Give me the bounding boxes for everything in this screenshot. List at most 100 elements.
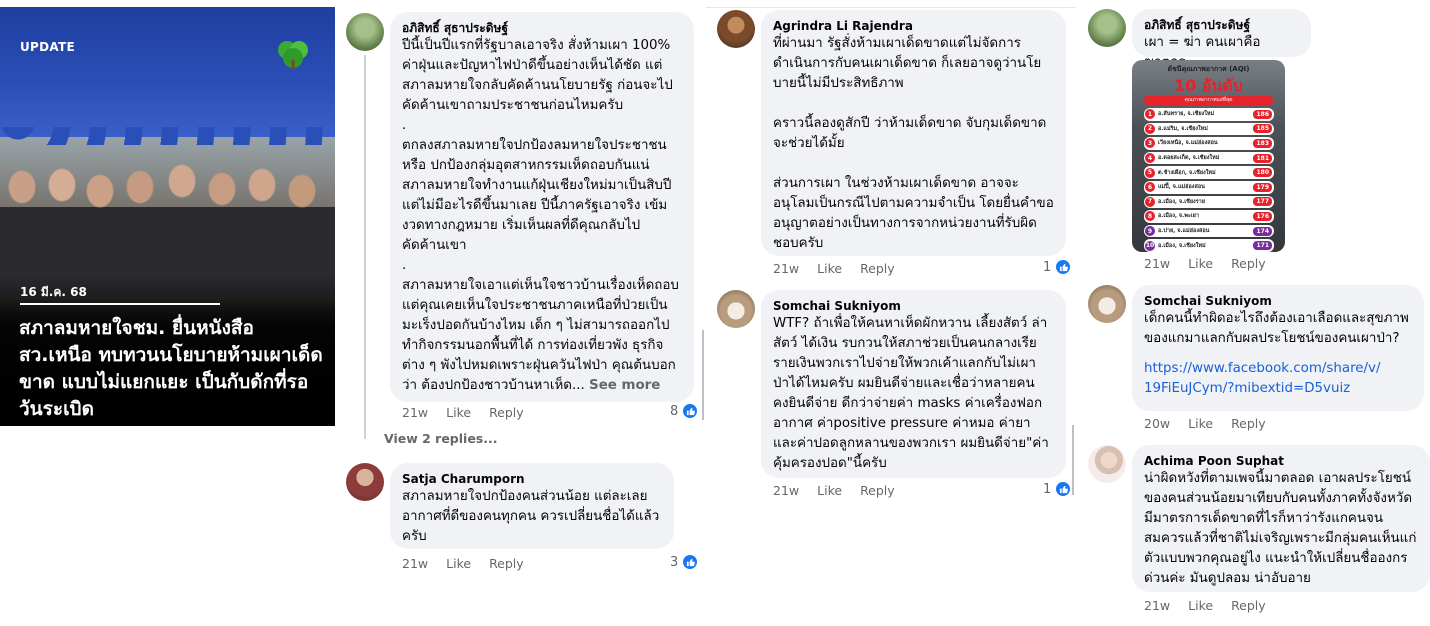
aqi-row: 2 อ.แม่ริม, จ.เชียงใหม่ 185 xyxy=(1144,122,1274,136)
reply-button[interactable]: Reply xyxy=(489,405,524,420)
rank: 8 xyxy=(1145,211,1155,222)
reaction-number: 8 xyxy=(670,403,679,419)
aqi-row: 3 เวียงเหนือ, จ.แม่ฮ่องสอน 183 xyxy=(1144,137,1274,150)
reaction-count[interactable]: 1 xyxy=(1043,259,1072,275)
aqi-value: 186 xyxy=(1253,109,1272,119)
comment-time[interactable]: 21w xyxy=(1144,598,1170,613)
aqi-value: 180 xyxy=(1253,168,1272,178)
rank: 9 xyxy=(1145,226,1155,237)
comment-text: สภาลมหายใจปกป้องคนส่วนน้อย แต่ละเลย อากา… xyxy=(402,489,660,544)
aqi-rows: 1 อ.สันทราย, จ.เชียงใหม่ 186 2 อ.แม่ริม, จ.… xyxy=(1144,108,1274,252)
comment-bubble: อภิสิทธิ์ สุธาประดิษฐ์ เผา = ฆ่า คนเผาคื… xyxy=(1132,9,1311,70)
aqi-value: 177 xyxy=(1253,197,1272,207)
like-button[interactable]: Like xyxy=(1188,416,1213,431)
avatar[interactable] xyxy=(346,13,384,51)
update-tag: UPDATE xyxy=(20,40,76,54)
like-button[interactable]: Like xyxy=(446,405,471,420)
aqi-row: 7 อ.เมือง, จ.เชียงราย 177 xyxy=(1144,195,1274,209)
like-button[interactable]: Like xyxy=(817,261,842,276)
aqi-value: 181 xyxy=(1253,153,1272,163)
reply-button[interactable]: Reply xyxy=(1231,256,1266,271)
aqi-row: 5 ต.ช้างเผือก, จ.เชียงใหม่ 180 xyxy=(1144,166,1274,179)
thumbs-up-icon xyxy=(682,403,699,419)
reply-button[interactable]: Reply xyxy=(1231,416,1266,431)
avatar[interactable] xyxy=(346,463,384,501)
comment-body: ปีนี้เป็นปีแรกที่รัฐบาลเอาจริง สั่งห้ามเ… xyxy=(402,38,679,393)
rank: 2 xyxy=(1145,123,1155,134)
comment-time[interactable]: 21w xyxy=(1144,256,1170,271)
comment-text: ปีนี้เป็นปีแรกที่รัฐบาลเอาจริง สั่งห้ามเ… xyxy=(402,36,682,396)
comment-author[interactable]: Somchai Sukniyom xyxy=(773,298,1054,314)
scrollbar[interactable] xyxy=(702,330,704,420)
aqi-subheading: คุณภาพอากาศแย่ที่สุด xyxy=(1144,96,1273,105)
rank: 7 xyxy=(1145,196,1155,207)
comment-time[interactable]: 21w xyxy=(402,405,428,420)
place: เวียงเหนือ, จ.แม่ฮ่องสอน xyxy=(1158,140,1218,147)
rank: 5 xyxy=(1145,167,1155,178)
comment-actions: 21w Like Reply xyxy=(1144,256,1266,271)
rank: 6 xyxy=(1145,182,1155,193)
avatar[interactable] xyxy=(1088,9,1126,47)
divider xyxy=(20,303,220,305)
reaction-count[interactable]: 3 xyxy=(670,554,699,570)
aqi-row: 4 อ.ดอยสะเก็ด, จ.เชียงใหม่ 181 xyxy=(1144,151,1274,165)
comment-actions: 21w Like Reply xyxy=(402,556,524,571)
see-more-link[interactable]: See more xyxy=(589,378,660,393)
comment-bubble: Somchai Sukniyom เด็กคนนี้ทำผิดอะไรถึงต้… xyxy=(1132,285,1424,411)
comment-text: เด็กคนนี้ทำผิดอะไรถึงต้องเอาเลือดและสุขภ… xyxy=(1144,311,1409,346)
place: อ.เมือง, จ.พะเยา xyxy=(1158,213,1199,220)
thread-line xyxy=(364,55,366,439)
avatar[interactable] xyxy=(717,10,755,48)
comment-time[interactable]: 21w xyxy=(402,556,428,571)
rank: 4 xyxy=(1145,153,1155,164)
reply-button[interactable]: Reply xyxy=(860,261,895,276)
tree-logo-icon xyxy=(278,41,308,70)
aqi-value: 171 xyxy=(1253,241,1272,251)
comment-time[interactable]: 20w xyxy=(1144,416,1170,431)
comment-text: น่าผิดหวังที่ตามเพจนี้มาตลอด เอาผลประโยช… xyxy=(1144,471,1417,586)
aqi-row: 6 แม่ปี้, จ.แม่ฮ่องสอน 179 xyxy=(1144,180,1274,194)
avatar[interactable] xyxy=(717,290,755,328)
aqi-ranking-image[interactable]: ดัชนีคุณภาพอากาศ (AQI) 10 อันดับ คุณภาพอ… xyxy=(1132,60,1285,252)
avatar[interactable] xyxy=(1088,285,1126,323)
aqi-value: 185 xyxy=(1253,124,1272,134)
avatar[interactable] xyxy=(1088,445,1126,483)
rank: 3 xyxy=(1145,138,1155,149)
news-post-image[interactable]: UPDATE 16 มี.ค. 68 สภาลมหายใจชม. ยื่นหนั… xyxy=(0,7,335,426)
comment-author[interactable]: อภิสิทธิ์ สุธาประดิษฐ์ xyxy=(402,20,682,36)
like-button[interactable]: Like xyxy=(446,556,471,571)
aqi-row: 9 อ.ปาย, จ.แม่ฮ่องสอน 174 xyxy=(1144,224,1274,238)
comment-bubble: อภิสิทธิ์ สุธาประดิษฐ์ ปีนี้เป็นปีแรกที่… xyxy=(390,12,694,402)
reaction-count[interactable]: 1 xyxy=(1043,481,1072,497)
comment-author[interactable]: Somchai Sukniyom xyxy=(1144,293,1412,309)
headline: สภาลมหายใจชม. ยื่นหนังสือ สว.เหนือ ทบทวน… xyxy=(19,317,323,420)
like-button[interactable]: Like xyxy=(1188,256,1213,271)
rank: 1 xyxy=(1145,109,1155,120)
aqi-row: 8 อ.เมือง, จ.พะเยา 176 xyxy=(1144,210,1274,223)
comment-author[interactable]: อภิสิทธิ์ สุธาประดิษฐ์ xyxy=(1144,17,1299,33)
like-button[interactable]: Like xyxy=(1188,598,1213,613)
scrollbar[interactable] xyxy=(1072,425,1074,495)
reaction-count[interactable]: 8 xyxy=(670,403,699,419)
place: อ.เมือง, จ.เชียงราย xyxy=(1158,198,1205,205)
post-date: 16 มี.ค. 68 xyxy=(20,285,87,299)
thumbs-up-icon xyxy=(1055,481,1072,497)
reply-button[interactable]: Reply xyxy=(489,556,524,571)
comment-author[interactable]: Achima Poon Suphat xyxy=(1144,453,1418,469)
comment-time[interactable]: 21w xyxy=(773,483,799,498)
comment-author[interactable]: Agrindra Li Rajendra xyxy=(773,18,1054,34)
comment-text: ที่ผ่านมา รัฐสั่งห้ามเผาเด็ดขาดแต่ไม่จัด… xyxy=(773,36,1054,251)
reaction-number: 1 xyxy=(1043,259,1052,275)
comment-time[interactable]: 21w xyxy=(773,261,799,276)
place: อ.ดอยสะเก็ด, จ.เชียงใหม่ xyxy=(1158,155,1220,162)
comment-author[interactable]: Satja Charumporn xyxy=(402,471,662,487)
reply-button[interactable]: Reply xyxy=(1231,598,1266,613)
view-replies-link[interactable]: View 2 replies... xyxy=(384,431,498,446)
like-button[interactable]: Like xyxy=(817,483,842,498)
place: อ.สันทราย, จ.เชียงใหม่ xyxy=(1158,111,1215,118)
aqi-row: 10 อ.เมือง, จ.เชียงใหม่ 171 xyxy=(1144,239,1274,252)
facebook-share-link[interactable]: https://www.facebook.com/share/v/ 19FiEu… xyxy=(1144,359,1412,399)
reply-button[interactable]: Reply xyxy=(860,483,895,498)
comment-actions: 21w Like Reply xyxy=(773,261,895,276)
